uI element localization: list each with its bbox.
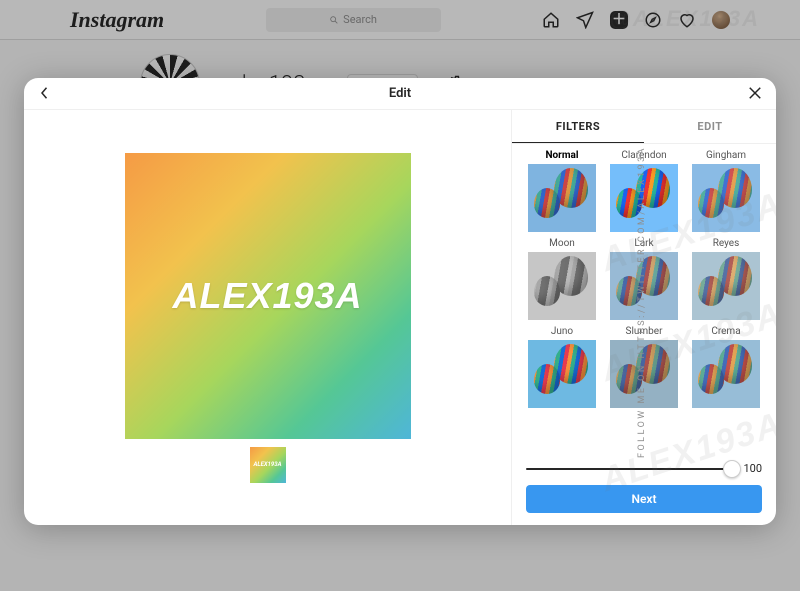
filter-thumbnail[interactable] xyxy=(610,252,678,320)
filter-thumbnail[interactable] xyxy=(692,252,760,320)
chevron-left-icon xyxy=(36,84,54,102)
slider-knob[interactable] xyxy=(723,460,741,478)
canvas-area: ALEX193A ALEX193A xyxy=(24,110,511,525)
close-button[interactable] xyxy=(746,84,764,106)
intensity-slider-row: 100 xyxy=(512,454,776,479)
filter-label: Slumber xyxy=(626,326,663,337)
filter-label: Crema xyxy=(711,326,740,337)
thumbnail-text: ALEX193A xyxy=(254,461,282,468)
filter-slumber[interactable]: Slumber xyxy=(608,326,680,408)
modal-title: Edit xyxy=(389,86,411,101)
filter-lark[interactable]: Lark xyxy=(608,238,680,320)
filter-crema[interactable]: Crema xyxy=(690,326,762,408)
filter-label: Normal xyxy=(545,150,578,161)
filter-juno[interactable]: Juno xyxy=(526,326,598,408)
image-canvas[interactable]: ALEX193A xyxy=(125,153,411,439)
filter-clarendon[interactable]: Clarendon xyxy=(608,150,680,232)
filter-reyes[interactable]: Reyes xyxy=(690,238,762,320)
next-button[interactable]: Next xyxy=(526,485,762,513)
filter-thumbnail[interactable] xyxy=(610,340,678,408)
filter-label: Gingham xyxy=(706,150,746,161)
filter-label: Moon xyxy=(549,238,575,249)
tab-edit[interactable]: EDIT xyxy=(644,110,776,143)
filter-label: Juno xyxy=(551,326,573,337)
panel-tabs: FILTERS EDIT xyxy=(512,110,776,144)
back-button[interactable] xyxy=(36,84,54,106)
slider-value: 100 xyxy=(740,462,762,475)
filter-gingham[interactable]: Gingham xyxy=(690,150,762,232)
filter-thumbnail[interactable] xyxy=(528,164,596,232)
filter-normal[interactable]: Normal xyxy=(526,150,598,232)
filter-moon[interactable]: Moon xyxy=(526,238,598,320)
intensity-slider[interactable] xyxy=(526,468,732,470)
filter-label: Lark xyxy=(634,238,653,249)
filters-list: Normal Clarendon Gingham Moon Lark Reyes Juno S… xyxy=(512,144,776,454)
edit-panel: FILTERS EDIT Normal Clarendon Gingham Moon L… xyxy=(511,110,776,525)
filter-label: Reyes xyxy=(713,238,740,249)
filter-thumbnail[interactable] xyxy=(692,340,760,408)
tab-filters[interactable]: FILTERS xyxy=(512,110,644,143)
filter-thumbnail[interactable] xyxy=(528,252,596,320)
canvas-overlay-text: ALEX193A xyxy=(172,275,362,317)
close-icon xyxy=(746,84,764,102)
filter-label: Clarendon xyxy=(621,150,666,161)
filter-thumbnail[interactable] xyxy=(692,164,760,232)
filter-thumbnail[interactable] xyxy=(528,340,596,408)
image-thumbnail[interactable]: ALEX193A xyxy=(250,447,286,483)
filter-thumbnail[interactable] xyxy=(610,164,678,232)
modal-header: Edit xyxy=(24,78,776,110)
edit-modal: Edit ALEX193A ALEX193A FILTERS EDIT Norm… xyxy=(24,78,776,525)
